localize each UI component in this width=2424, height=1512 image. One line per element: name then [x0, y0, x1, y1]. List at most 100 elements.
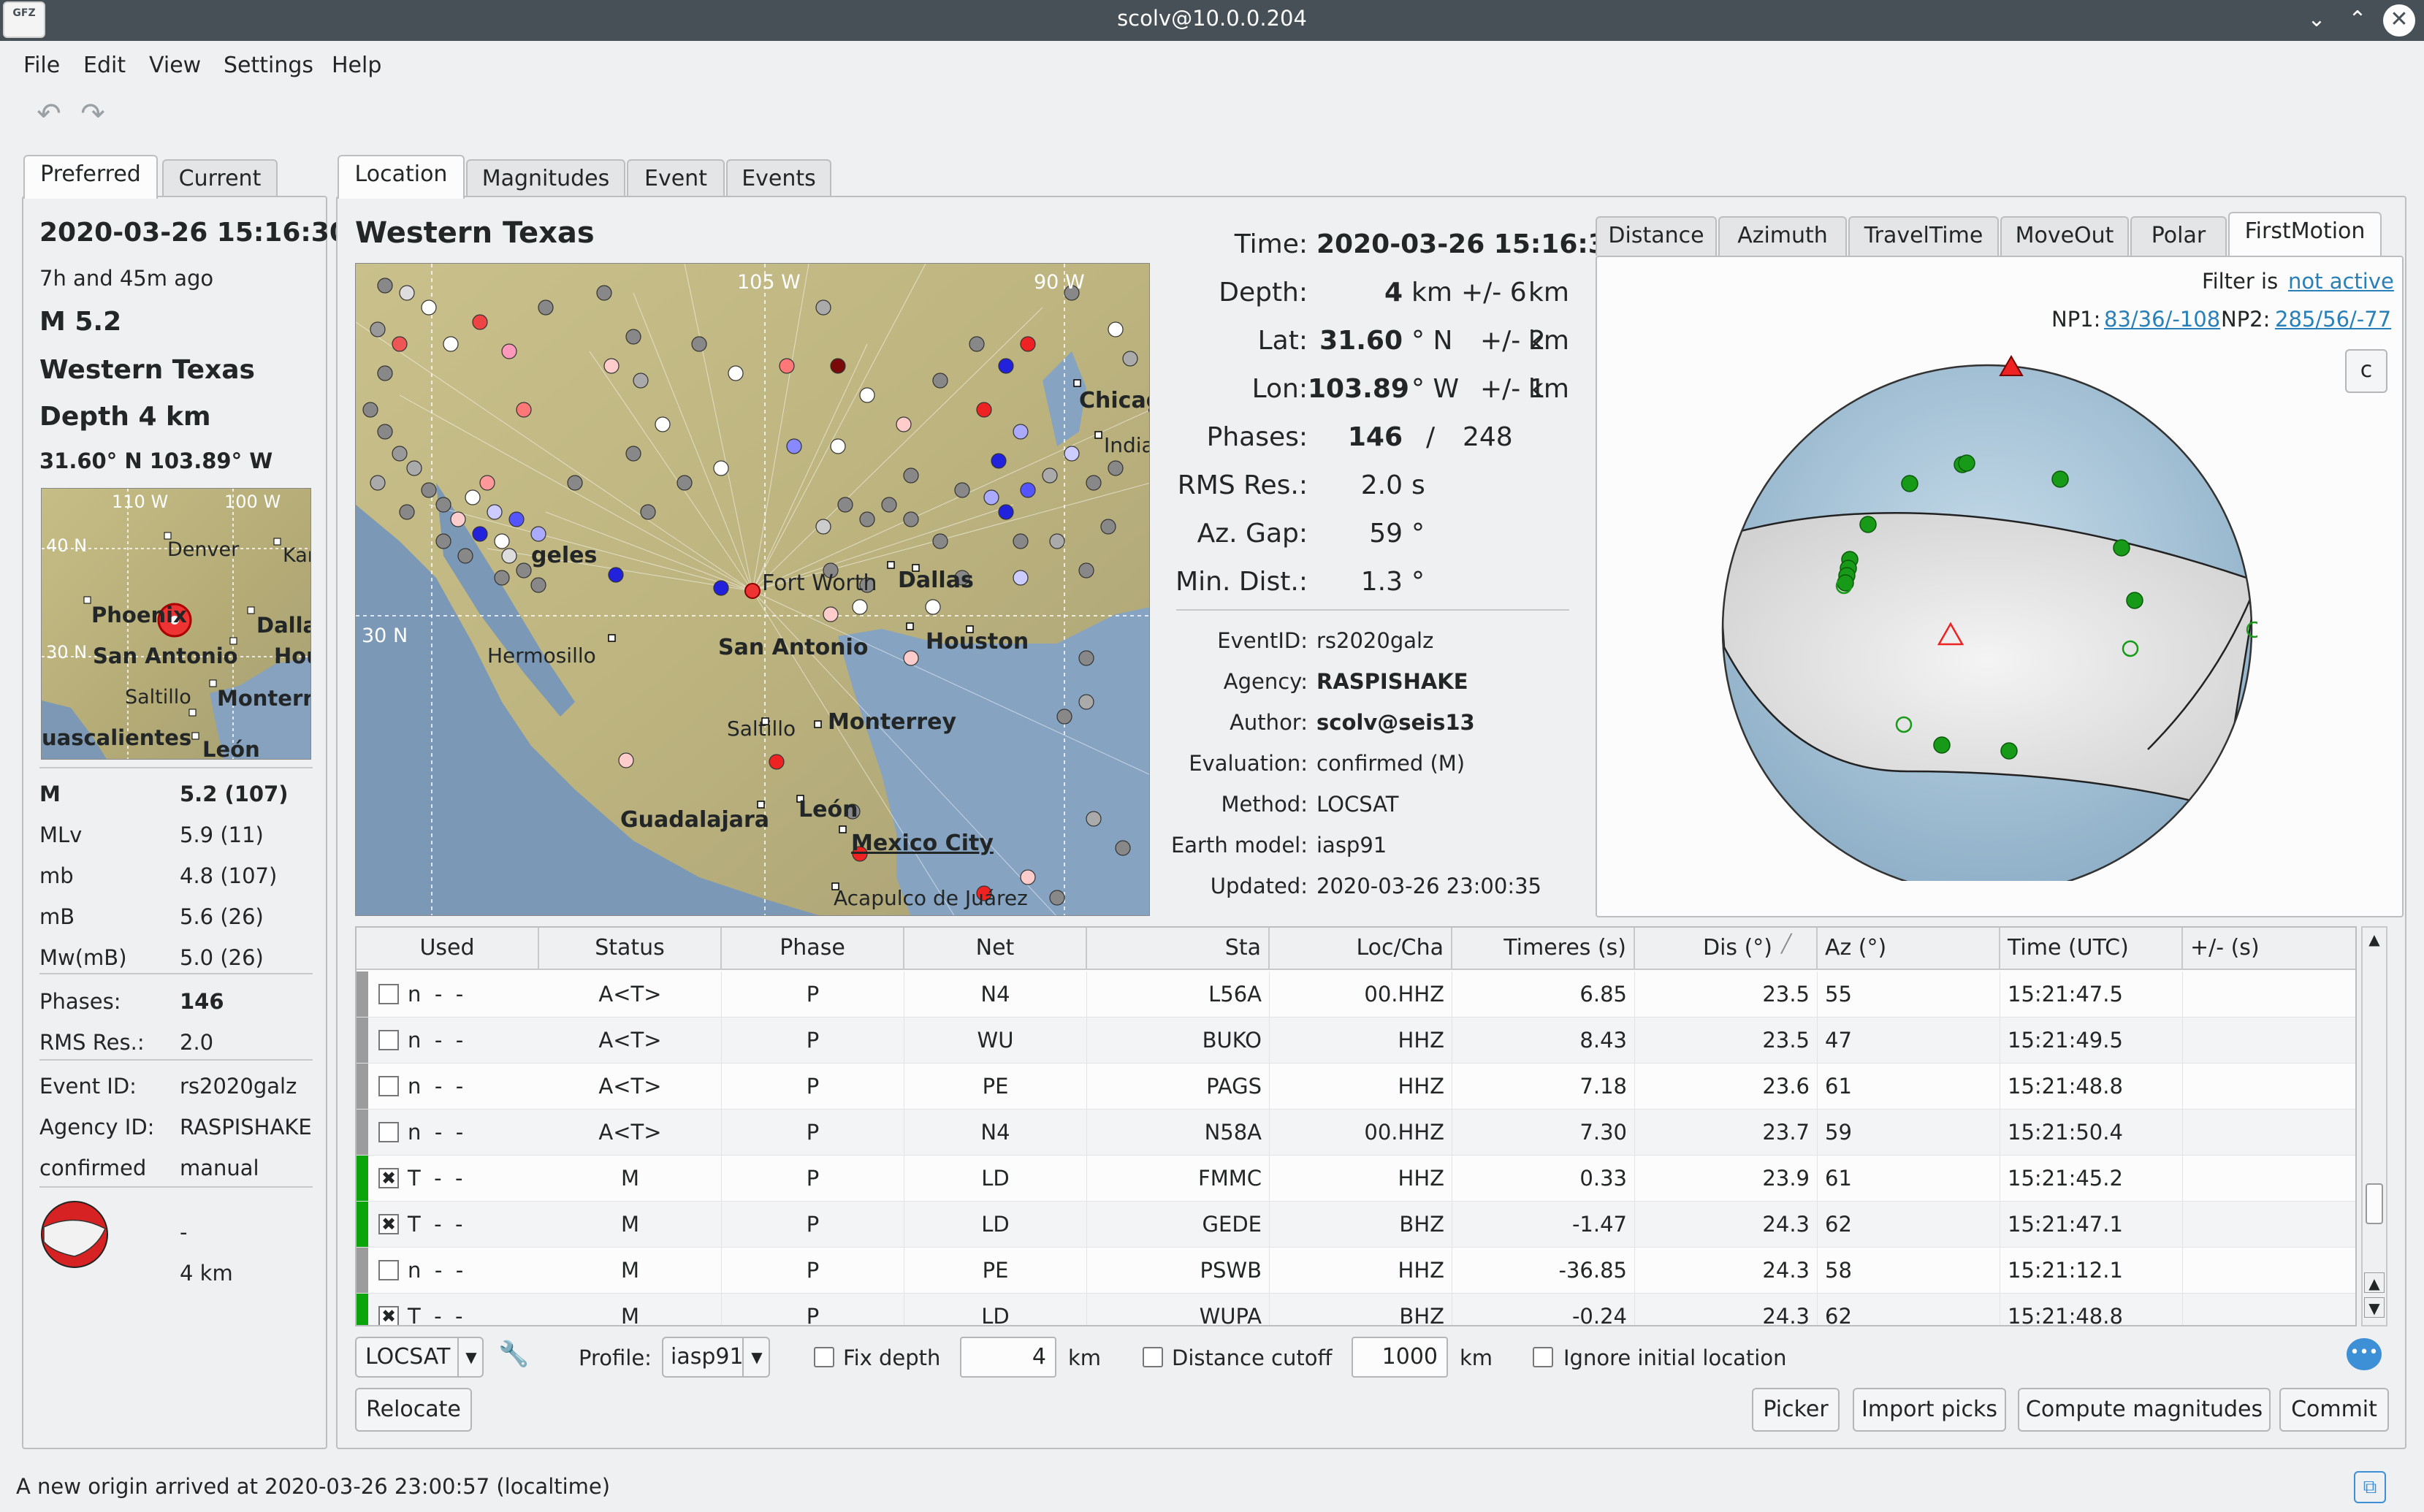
used-checkbox[interactable]: ✖ [378, 1306, 399, 1325]
menu-settings[interactable]: Settings [224, 53, 313, 78]
tab-distance[interactable]: Distance [1596, 216, 1717, 256]
table-row[interactable]: ✖ T - - M P LD GEDE BHZ -1.47 24.3 62 15:21:47.1 [357, 1202, 2355, 1248]
used-checkbox[interactable] [378, 1076, 399, 1096]
tab-magnitudes[interactable]: Magnitudes [466, 159, 625, 199]
picker-button[interactable]: Picker [1752, 1388, 1840, 1432]
tab-traveltime[interactable]: TravelTime [1848, 216, 1999, 256]
cell-timeres: -1.47 [1452, 1202, 1635, 1247]
wrench-icon[interactable]: 🔧 [498, 1340, 529, 1369]
table-row[interactable]: n - - A<T> P PE PAGS HHZ 7.18 23.6 61 15:21:48.8 [357, 1064, 2355, 1110]
column-header[interactable]: Loc/Cha [1270, 928, 1452, 970]
tab-polar[interactable]: Polar [2130, 216, 2227, 256]
table-scrollbar[interactable]: ▲ ▲ ▼ [2361, 926, 2387, 1326]
connection-icon[interactable]: ⧉ [2354, 1471, 2386, 1503]
table-row[interactable]: n - - A<T> P N4 N58A 00.HHZ 7.30 23.7 59 15:21:50… [357, 1110, 2355, 1156]
compute-magnitudes-button[interactable]: Compute magnitudes [2018, 1388, 2271, 1432]
column-header[interactable]: Status [539, 928, 722, 970]
column-header[interactable]: Net [904, 928, 1087, 970]
column-header[interactable]: Az (°) [1818, 928, 2000, 970]
firstmotion-stereonet[interactable] [1717, 340, 2257, 881]
used-checkbox[interactable] [378, 1260, 399, 1280]
toolbar [0, 91, 2424, 139]
ignore-initial-checkbox[interactable] [1533, 1347, 1553, 1367]
scroll-up-icon[interactable]: ▲ [2364, 1272, 2385, 1293]
tab-preferred[interactable]: Preferred [23, 155, 158, 199]
tab-moveout[interactable]: MoveOut [2000, 216, 2129, 256]
ignore-initial-label: Ignore initial location [1563, 1345, 1787, 1370]
cell-time: 15:21:50.4 [2000, 1110, 2183, 1155]
tab-firstmotion[interactable]: FirstMotion [2228, 212, 2382, 256]
table-row[interactable]: n - - A<T> P WU BUKO HHZ 8.43 23.5 47 15:21:49.5 [357, 1017, 2355, 1064]
fix-depth-input[interactable]: 4 [960, 1337, 1056, 1378]
mag-type: M [39, 782, 61, 806]
commit-button[interactable]: Commit [2279, 1388, 2389, 1432]
minimize-icon[interactable]: ⌄ [2300, 3, 2333, 37]
tab-current[interactable]: Current [162, 159, 278, 199]
used-checkbox[interactable]: ✖ [378, 1214, 399, 1234]
cell-status: M [539, 1294, 722, 1325]
beachball-icon [41, 1201, 108, 1268]
cell-err [2183, 1294, 2355, 1325]
redo-icon[interactable]: ↷ [76, 98, 110, 130]
used-checkbox[interactable]: ✖ [378, 1168, 399, 1188]
rms-unit: s [1411, 470, 1425, 500]
scroll-thumb[interactable] [2366, 1183, 2383, 1224]
used-flags: n - - [408, 1074, 464, 1099]
menu-edit[interactable]: Edit [83, 53, 126, 78]
np2-label: NP2: [2221, 307, 2271, 332]
summary-minimap[interactable]: 110 W 100 W 40 N 30 N Denver Kar Phoenix… [41, 488, 311, 760]
np2-link[interactable]: 285/56/-77 [2275, 307, 2391, 332]
column-header[interactable]: Phase [722, 928, 904, 970]
column-header[interactable]: Used [357, 928, 539, 970]
tab-location[interactable]: Location [338, 155, 465, 199]
map-label: Hermosillo [487, 644, 596, 668]
table-row[interactable]: n - - M P PE PSWB HHZ -36.85 24.3 58 15:21:12.1 [357, 1248, 2355, 1294]
used-checkbox[interactable] [378, 984, 399, 1004]
chat-bubble-icon[interactable]: ••• [2347, 1338, 2382, 1370]
menu-file[interactable]: File [23, 53, 60, 78]
map-label: Fort Worth [762, 570, 877, 596]
mag-type: MLv [39, 822, 83, 847]
cell-dis: 24.3 [1635, 1202, 1818, 1247]
used-checkbox[interactable] [378, 1030, 399, 1050]
used-checkbox[interactable] [378, 1122, 399, 1142]
cell-err [2183, 1248, 2355, 1293]
cell-phase: P [722, 1202, 904, 1247]
author-label: Author: [1230, 710, 1308, 735]
menu-view[interactable]: View [149, 53, 201, 78]
tab-azimuth[interactable]: Azimuth [1718, 216, 1847, 256]
np1-link[interactable]: 83/36/-108 [2104, 307, 2220, 332]
map-label: Monterrey [828, 709, 957, 735]
scroll-up-icon[interactable]: ▲ [2364, 929, 2385, 950]
table-row[interactable]: n - - A<T> P N4 L56A 00.HHZ 6.85 23.5 55 15:21:47… [357, 971, 2355, 1017]
tab-event[interactable]: Event [627, 159, 725, 199]
firstmotion-options-button[interactable]: c [2345, 349, 2387, 393]
filter-link[interactable]: not active [2288, 269, 2394, 294]
fix-depth-checkbox[interactable] [814, 1347, 834, 1367]
menu-help[interactable]: Help [332, 53, 381, 78]
table-row[interactable]: ✖ T - - M P LD FMMC HHZ 0.33 23.9 61 15:21:45.2 [357, 1156, 2355, 1202]
import-picks-button[interactable]: Import picks [1853, 1388, 2006, 1432]
tab-events[interactable]: Events [726, 159, 831, 199]
column-header[interactable]: Time (UTC) [2000, 928, 2183, 970]
maximize-icon[interactable]: ⌃ [2341, 3, 2374, 37]
cell-az: 47 [1818, 1017, 2000, 1063]
summary-agency: RASPISHAKE [180, 1115, 312, 1139]
relocate-button[interactable]: Relocate [355, 1388, 472, 1432]
distance-cutoff-input[interactable]: 1000 [1352, 1337, 1448, 1378]
origin-lat: 31.60 [1319, 326, 1403, 356]
scroll-down-icon[interactable]: ▼ [2364, 1297, 2385, 1318]
column-header[interactable]: Timeres (s) [1452, 928, 1635, 970]
distance-cutoff-checkbox[interactable] [1143, 1347, 1163, 1367]
cell-timeres: 6.85 [1452, 971, 1635, 1017]
chevron-down-icon[interactable]: ▼ [742, 1337, 770, 1378]
table-row[interactable]: ✖ T - - M P LD WUPA BHZ -0.24 24.3 62 15:21:48.8 [357, 1294, 2355, 1325]
cell-net: LD [904, 1202, 1087, 1247]
chevron-down-icon[interactable]: ▼ [457, 1337, 484, 1378]
location-map[interactable]: 105 W 90 W 30 N Chicag India geles Fort … [355, 263, 1150, 916]
close-icon[interactable]: ✕ [2383, 4, 2415, 37]
column-header[interactable]: +/- (s) [2183, 928, 2355, 970]
minimap-label: Dalla [256, 613, 311, 638]
undo-icon[interactable]: ↶ [32, 98, 66, 130]
column-header[interactable]: Sta [1087, 928, 1270, 970]
